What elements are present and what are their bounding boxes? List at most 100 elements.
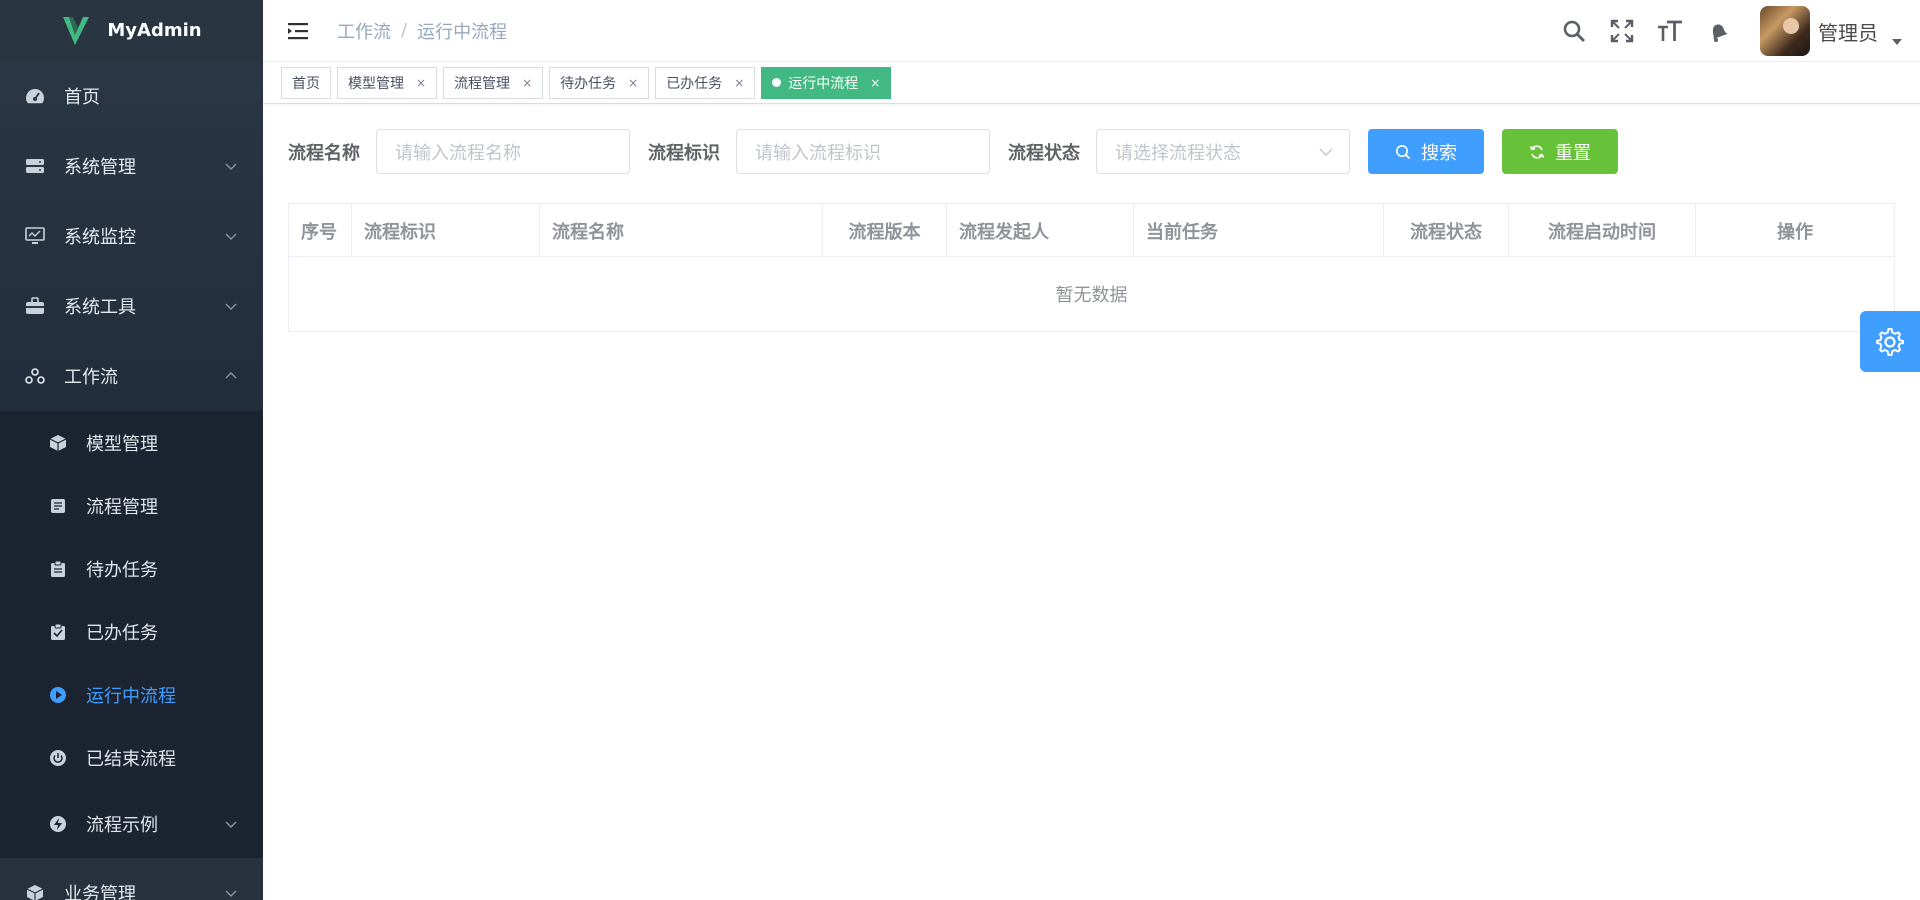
reset-button[interactable]: 重置 [1502,129,1618,174]
search-submit-button[interactable]: 搜索 [1368,129,1484,174]
chevron-up-icon [225,372,237,379]
chevron-down-icon [225,303,237,310]
active-dot-icon [772,78,782,87]
column-header: 流程启动时间 [1509,204,1696,257]
process-status-label: 流程状态 [1008,142,1080,164]
sidebar-item-monitor[interactable]: 系统监控 [0,201,263,271]
monitor-icon [24,225,46,247]
input-placeholder: 请输入流程标识 [755,142,881,164]
sidebar-item-running-process[interactable]: 运行中流程 [0,663,263,726]
caret-down-icon[interactable] [1892,39,1902,45]
sidebar-item-label: 业务管理 [64,884,136,900]
sidebar-item-home[interactable]: 首页 [0,61,263,131]
breadcrumb-current: 运行中流程 [417,21,508,43]
close-icon[interactable]: × [628,76,638,90]
process-key-input[interactable]: 请输入流程标识 [736,129,990,174]
table-header: 序号 流程标识 流程名称 流程版本 流程发起人 当前任务 流程状态 流程启动时间… [289,204,1894,257]
tag-process-manage[interactable]: 流程管理 × [443,66,544,99]
empty-state: 暂无数据 [1055,285,1128,306]
button-label: 重置 [1555,142,1591,164]
sidebar-item-label: 首页 [64,87,100,108]
chevron-down-icon [1319,148,1333,156]
font-size-icon [1658,20,1682,41]
bell-icon [1712,24,1728,42]
sidebar-item-tools[interactable]: 系统工具 [0,271,263,341]
column-header: 流程名称 [540,204,823,257]
sidebar-item-label: 系统监控 [64,227,136,248]
fullscreen-button[interactable] [1598,7,1646,55]
sidebar-item-done-task[interactable]: 已办任务 [0,600,263,663]
power-icon [48,748,68,768]
tags-view: 首页 模型管理 × 流程管理 × 待办任务 × 已办任务 × 运行中流程 × [263,62,1920,104]
sidebar-item-label: 系统管理 [64,157,136,178]
bolt-icon [48,814,68,834]
sidebar-item-business[interactable]: 业务管理 [0,858,263,900]
tag-done-task[interactable]: 已办任务 × [655,66,756,99]
play-icon [48,685,68,705]
font-size-button[interactable] [1646,7,1694,55]
select-placeholder: 请选择流程状态 [1115,142,1241,164]
logo[interactable]: MyAdmin [0,0,263,61]
cube-icon [48,433,68,453]
sidebar-item-process-manage[interactable]: 流程管理 [0,474,263,537]
sidebar-item-process-example[interactable]: 流程示例 [0,789,263,859]
sidebar-item-label: 系统工具 [64,297,136,318]
cubes-icon [24,882,46,900]
user-name[interactable]: 管理员 [1818,17,1878,46]
tag-todo-task[interactable]: 待办任务 × [549,66,650,99]
gear-icon [1876,327,1904,356]
column-header: 序号 [289,204,352,257]
sidebar-item-finished-process[interactable]: 已结束流程 [0,726,263,789]
tag-home[interactable]: 首页 [281,66,331,99]
breadcrumb: 工作流 / 运行中流程 [337,18,507,44]
tag-label: 首页 [292,75,320,92]
toolbox-icon [24,295,46,317]
search-form: 流程名称 请输入流程名称 流程标识 请输入流程标识 流程状态 请选择流程状态 搜… [288,129,1618,174]
dashboard-icon [24,85,46,107]
refresh-icon [1529,144,1545,159]
workflow-icon [24,365,46,387]
tag-model-manage[interactable]: 模型管理 × [337,66,438,99]
workflow-submenu: 模型管理 流程管理 待办任务 已办任务 运行中流程 已结束流程 流程示例 [0,411,263,859]
process-icon [48,496,68,516]
navbar-right: 管理员 [1550,0,1902,62]
notification-button[interactable] [1694,7,1742,55]
search-button[interactable] [1550,7,1598,55]
close-icon[interactable]: × [416,76,426,90]
sidebar-item-todo-task[interactable]: 待办任务 [0,537,263,600]
button-label: 搜索 [1421,142,1457,164]
process-key-label: 流程标识 [648,142,720,164]
sidebar-toggle-button[interactable] [279,11,319,51]
sidebar-item-label: 已结束流程 [86,748,176,770]
chevron-down-icon [225,163,237,170]
process-status-select[interactable]: 请选择流程状态 [1096,129,1350,174]
sidebar-item-label: 流程示例 [86,815,158,836]
column-header: 操作 [1777,221,1813,243]
search-icon [1563,20,1585,42]
tag-running-process[interactable]: 运行中流程 × [761,66,892,99]
tag-label: 已办任务 [666,75,723,92]
process-table: 序号 流程标识 流程名称 流程版本 流程发起人 当前任务 流程状态 流程启动时间… [288,203,1895,332]
breadcrumb-item[interactable]: 工作流 [337,18,391,44]
sidebar-item-label: 运行中流程 [86,685,176,707]
sidebar-item-workflow[interactable]: 工作流 [0,341,263,411]
menu-fold-icon [288,22,308,39]
close-icon[interactable]: × [734,76,744,90]
top-navbar: 工作流 / 运行中流程 管理员 [263,0,1920,62]
tag-label: 待办任务 [560,75,617,92]
sidebar-item-model-manage[interactable]: 模型管理 [0,411,263,474]
settings-button[interactable] [1860,311,1920,372]
column-header: 流程发起人 [947,204,1134,257]
sidebar: MyAdmin 首页 系统管理 系统监控 系统工具 工作流 模型管理 流程管理 … [0,0,263,900]
avatar[interactable] [1760,6,1810,56]
tag-label: 流程管理 [454,75,511,92]
process-name-input[interactable]: 请输入流程名称 [376,129,630,174]
chevron-down-icon [225,821,237,828]
tag-label: 运行中流程 [788,75,859,92]
sidebar-item-label: 模型管理 [86,433,158,455]
close-icon[interactable]: × [522,76,532,90]
close-icon[interactable]: × [870,76,880,90]
app-title: MyAdmin [107,20,202,41]
logo-icon [63,16,90,45]
sidebar-item-system[interactable]: 系统管理 [0,131,263,201]
